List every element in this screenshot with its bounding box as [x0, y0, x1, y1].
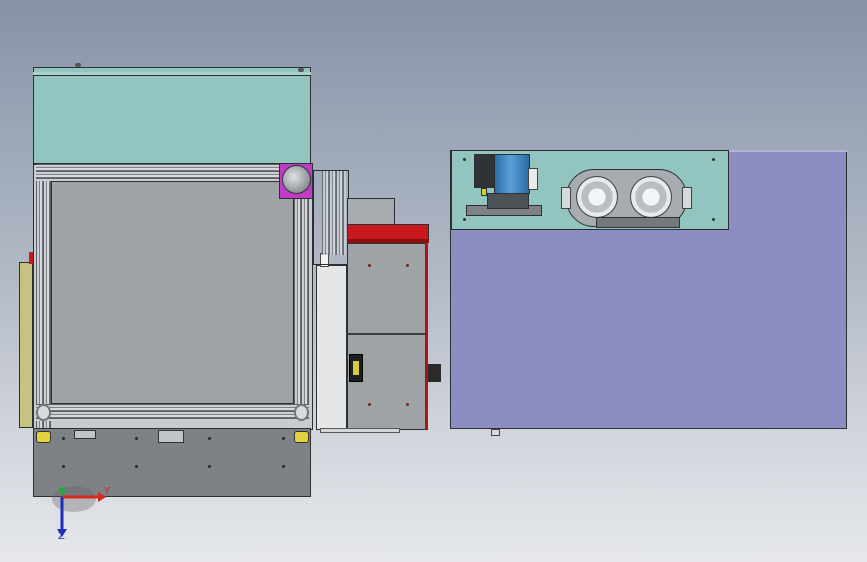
pump-gear-right: [630, 176, 672, 218]
cabinet-handle-latch: [353, 361, 359, 375]
cabinet-foot: [320, 428, 400, 433]
base-block-2: [158, 430, 184, 443]
frame-rail-left: [36, 164, 51, 430]
control-cabinet: [347, 243, 427, 430]
corner-fitting-br: [294, 404, 309, 421]
column-rail-frame: [313, 170, 349, 265]
cabinet-red-edge: [425, 243, 428, 430]
right-cabinet-nub: [491, 429, 500, 436]
cabinet-divider: [347, 333, 427, 335]
round-sensor: [282, 165, 311, 194]
top-cover-knob-right: [298, 68, 304, 72]
frame-rail-top: [36, 164, 280, 181]
motor-bracket: [528, 168, 538, 190]
triad-y-label: Y: [104, 486, 111, 497]
cabinet-side-connector: [428, 364, 441, 382]
motor-screw: [481, 188, 487, 196]
motor-terminal: [474, 154, 496, 188]
triad-x-marker: [58, 486, 66, 496]
base-block-1: [74, 430, 96, 439]
motor-base: [487, 193, 529, 209]
pump-gear-left: [576, 176, 618, 218]
pump-foot: [596, 217, 680, 228]
base-clamp-right: [294, 431, 309, 443]
vertical-column: [316, 265, 347, 430]
upper-housing: [347, 198, 395, 226]
triad-z-label: Z: [58, 531, 65, 542]
frame-window: [51, 181, 294, 404]
side-panel-yellow: [19, 262, 33, 428]
frame-rail-right: [294, 198, 309, 420]
corner-fitting-bl: [36, 404, 51, 421]
top-cover-lip: [33, 72, 311, 76]
right-cabinet-top-strip: [729, 150, 847, 152]
frame-rail-bottom: [36, 404, 309, 421]
motor-body: [494, 154, 530, 194]
pump-port-right: [682, 187, 692, 209]
base-clamp-left: [36, 431, 51, 443]
top-cover: [33, 67, 311, 164]
top-cover-knob: [75, 63, 81, 67]
pump-port-left: [561, 187, 571, 209]
cad-viewport[interactable]: { "viewport": { "background_top": "#8592…: [0, 0, 867, 562]
